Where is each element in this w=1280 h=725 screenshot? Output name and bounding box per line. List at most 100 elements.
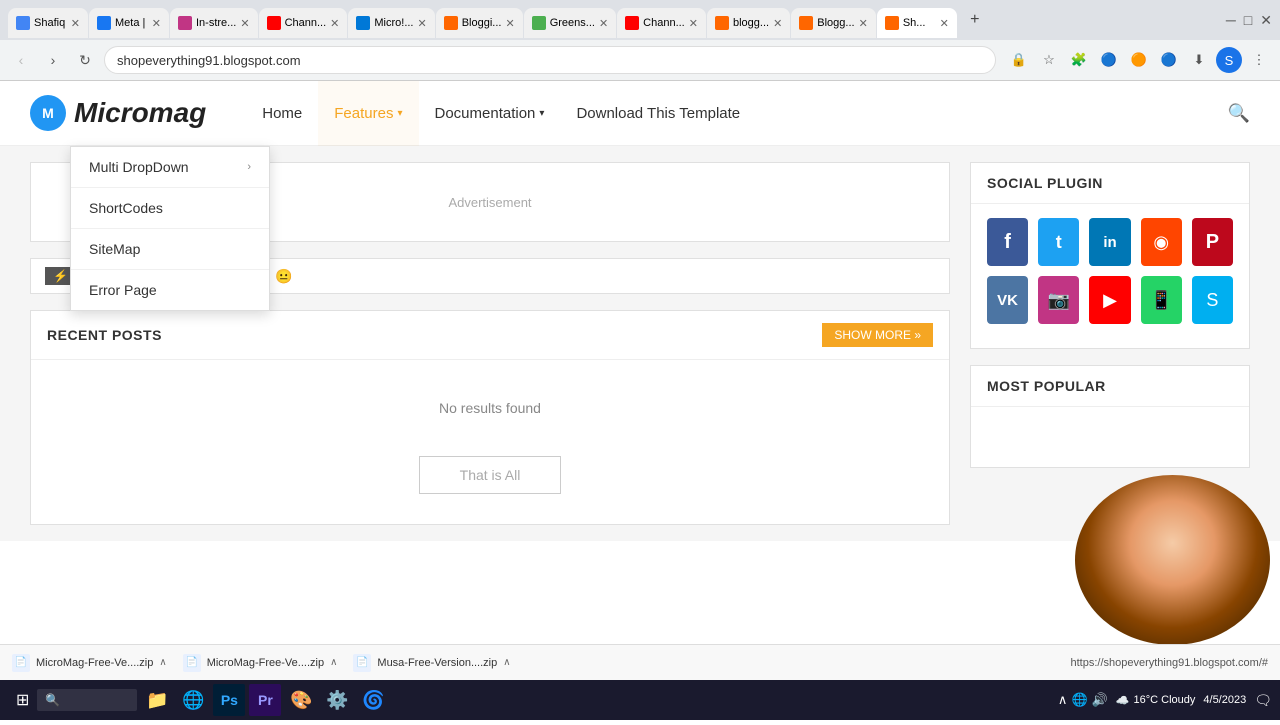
taskbar-ps[interactable]: Ps	[213, 684, 245, 716]
browser-tab-blog3[interactable]: Blogg... ✕	[791, 8, 876, 38]
forward-button[interactable]: ›	[40, 47, 66, 73]
tab-close-blog3[interactable]: ✕	[859, 17, 868, 30]
facebook-button[interactable]: f	[987, 218, 1028, 266]
taskbar-chrome[interactable]: 🌐	[177, 684, 209, 716]
extension-icon-4[interactable]: 🟠	[1126, 47, 1152, 73]
show-more-button[interactable]: SHOW MORE »	[822, 323, 933, 347]
profile-icon[interactable]: S	[1216, 47, 1242, 73]
reddit-button[interactable]: ◉	[1141, 218, 1182, 266]
browser-tab-blog1[interactable]: Bloggi... ✕	[436, 8, 523, 38]
taskbar-search[interactable]: 🔍	[37, 689, 137, 711]
download-chevron-3[interactable]: ∧	[503, 657, 510, 668]
taskbar-pr[interactable]: Pr	[249, 684, 281, 716]
vk-button[interactable]: VK	[987, 276, 1028, 324]
dropdown-item-shortcodes[interactable]: ShortCodes	[71, 188, 269, 229]
nav-download[interactable]: Download This Template	[560, 81, 756, 146]
twitter-button[interactable]: t	[1038, 218, 1079, 266]
browser-title-bar: Shafiq ✕ Meta | ✕ In-stre... ✕ Chann... …	[0, 0, 1280, 40]
tab-title-micro: Micro!...	[374, 17, 413, 29]
extension-icon-6[interactable]: ⬇	[1186, 47, 1212, 73]
tray-volume-icon[interactable]: 🔊	[1092, 692, 1108, 708]
close-browser-button[interactable]: ✕	[1260, 12, 1272, 29]
start-button[interactable]: ⊞	[8, 686, 37, 714]
social-row-1: f t in ◉ P	[987, 218, 1233, 266]
bookmark-icon[interactable]: ☆	[1036, 47, 1062, 73]
ad-banner-text: Advertisement	[448, 195, 531, 210]
tab-close-micro[interactable]: ✕	[418, 17, 427, 30]
instagram-button[interactable]: 📷	[1038, 276, 1079, 324]
browser-tab-instr[interactable]: In-stre... ✕	[170, 8, 258, 38]
browser-controls: ‹ › ↻ shopeverything91.blogspot.com 🔒 ☆ …	[0, 40, 1280, 81]
address-bar[interactable]: shopeverything91.blogspot.com	[104, 46, 996, 74]
skype-button[interactable]: S	[1192, 276, 1233, 324]
multi-dropdown-arrow-icon: ›	[247, 161, 251, 173]
tab-close-shafiq[interactable]: ✕	[71, 17, 80, 30]
page: M Micromag Home Features ▾ Documentation…	[0, 81, 1280, 725]
search-icon[interactable]: 🔍	[1228, 103, 1250, 124]
tab-close-blog2[interactable]: ✕	[773, 17, 782, 30]
linkedin-button[interactable]: in	[1089, 218, 1130, 266]
taskbar-icons: 📁 🌐 Ps Pr 🎨 ⚙️ 🌀	[141, 684, 389, 716]
tab-close-blog1[interactable]: ✕	[505, 17, 514, 30]
extension-icon-5[interactable]: 🔵	[1156, 47, 1182, 73]
dropdown-item-multi-dropdown[interactable]: Multi DropDown ›	[71, 147, 269, 188]
tab-close-meta[interactable]: ✕	[152, 17, 161, 30]
download-chevron-1[interactable]: ∧	[159, 657, 166, 668]
download-chevron-2[interactable]: ∧	[330, 657, 337, 668]
tab-favicon-instr	[178, 16, 192, 30]
browser-tab-blog2[interactable]: blogg... ✕	[707, 8, 790, 38]
whatsapp-button[interactable]: 📱	[1141, 276, 1182, 324]
download-name-1: MicroMag-Free-Ve....zip	[36, 657, 153, 669]
youtube-button[interactable]: ▶	[1089, 276, 1130, 324]
minimize-button[interactable]: ─	[1226, 12, 1236, 28]
extension-icon-1[interactable]: 🔒	[1006, 47, 1032, 73]
taskbar-file-explorer[interactable]: 📁	[141, 684, 173, 716]
tab-title-shafiq: Shafiq	[34, 17, 65, 29]
extension-icon-2[interactable]: 🧩	[1066, 47, 1092, 73]
nav-download-label: Download This Template	[576, 105, 740, 122]
youtube-icon: ▶	[1103, 290, 1117, 311]
reload-button[interactable]: ↻	[72, 47, 98, 73]
show-more-label: SHOW MORE »	[834, 328, 921, 342]
dropdown-item-sitemap[interactable]: SiteMap	[71, 229, 269, 270]
download-item-2: 📄 MicroMag-Free-Ve....zip ∧	[183, 654, 338, 672]
tab-close-chan1[interactable]: ✕	[330, 17, 339, 30]
tab-close-chan2[interactable]: ✕	[689, 17, 698, 30]
nav-home[interactable]: Home	[246, 81, 318, 146]
taskbar-edge[interactable]: 🌀	[357, 684, 389, 716]
nav-documentation[interactable]: Documentation ▾	[419, 81, 561, 146]
browser-tab-chan2[interactable]: Chann... ✕	[617, 8, 706, 38]
back-button[interactable]: ‹	[8, 47, 34, 73]
browser-tab-chan1[interactable]: Chann... ✕	[259, 8, 348, 38]
tray-network-icon[interactable]: 🌐	[1071, 692, 1087, 708]
extension-icon-3[interactable]: 🔵	[1096, 47, 1122, 73]
nav-links: Home Features ▾ Documentation ▾ Download…	[246, 81, 1227, 146]
browser-tab-shafiq[interactable]: Shafiq ✕	[8, 8, 88, 38]
dropdown-item-multi-dropdown-label: Multi DropDown	[89, 159, 189, 175]
pinterest-button[interactable]: P	[1192, 218, 1233, 266]
tab-favicon-shafiq	[16, 16, 30, 30]
taskbar-unknown-1[interactable]: 🎨	[285, 684, 317, 716]
browser-chrome: Shafiq ✕ Meta | ✕ In-stre... ✕ Chann... …	[0, 0, 1280, 81]
new-tab-button[interactable]: +	[961, 6, 989, 34]
tab-close-green[interactable]: ✕	[599, 17, 608, 30]
browser-tab-green[interactable]: Greens... ✕	[524, 8, 616, 38]
browser-tab-micro[interactable]: Micro!... ✕	[348, 8, 434, 38]
ticker-bolt-icon: ⚡	[53, 269, 68, 283]
nav-features[interactable]: Features ▾	[318, 81, 418, 146]
browser-tab-active-tab[interactable]: Sh... ✕	[877, 8, 957, 38]
pip-close-button[interactable]: ✕	[1242, 483, 1262, 503]
reddit-icon: ◉	[1153, 232, 1169, 253]
dropdown-item-error-page[interactable]: Error Page	[71, 270, 269, 310]
settings-icon[interactable]: ⋮	[1246, 47, 1272, 73]
time-info: 4/5/2023	[1203, 694, 1246, 706]
maximize-button[interactable]: □	[1244, 12, 1252, 28]
taskbar-unknown-2[interactable]: ⚙️	[321, 684, 353, 716]
tab-close-instr[interactable]: ✕	[240, 17, 249, 30]
tab-close-active-tab[interactable]: ✕	[940, 17, 949, 30]
browser-tab-meta[interactable]: Meta | ✕	[89, 8, 169, 38]
tab-title-active-tab: Sh...	[903, 17, 926, 29]
notification-icon[interactable]: 🗨	[1254, 692, 1272, 709]
tab-favicon-active-tab	[885, 16, 899, 30]
tray-up-arrow-icon[interactable]: ∧	[1058, 692, 1068, 708]
